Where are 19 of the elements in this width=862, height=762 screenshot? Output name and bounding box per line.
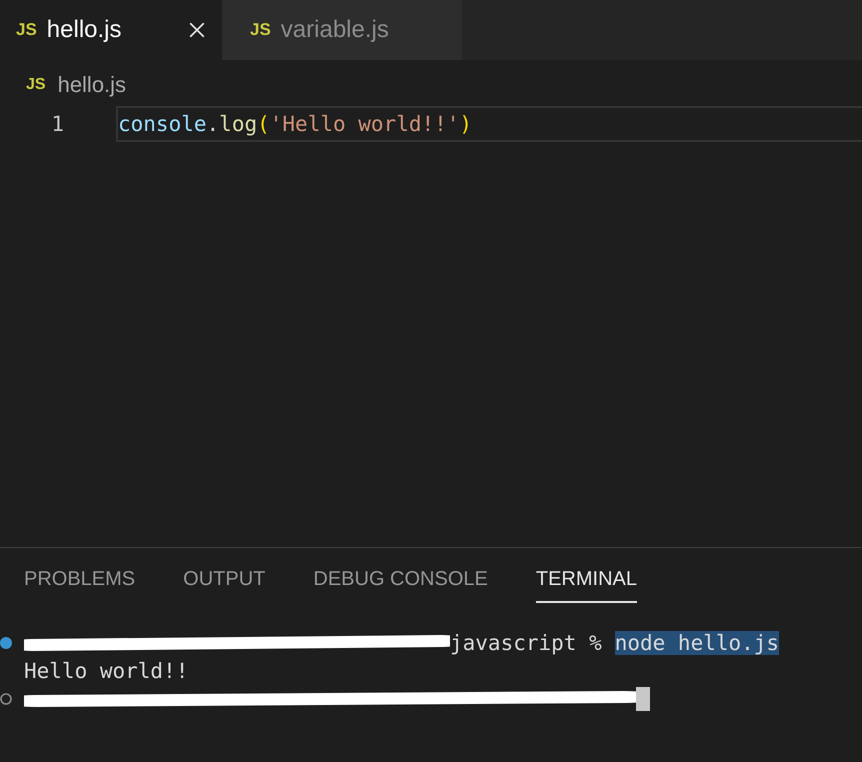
editor-tab[interactable]: JS variable.js	[222, 0, 462, 60]
command-idle-dot[interactable]	[0, 693, 12, 705]
selected-command: node hello.js	[614, 631, 780, 655]
close-icon[interactable]	[188, 21, 206, 39]
panel-tab[interactable]: PROBLEMS	[24, 568, 136, 603]
terminal-text: Hello world!!	[24, 659, 188, 683]
panel-tab[interactable]: DEBUG CONSOLE	[313, 568, 488, 603]
breadcrumb-item[interactable]: hello.js	[58, 72, 126, 98]
js-file-icon: JS	[16, 20, 37, 40]
command-success-dot[interactable]	[0, 637, 12, 649]
js-file-icon: JS	[26, 76, 46, 94]
panel-tab[interactable]: TERMINAL	[536, 568, 637, 603]
editor-tab[interactable]: JS hello.js	[0, 0, 222, 60]
code-line: console.log('Hello world!!')	[116, 106, 862, 142]
terminal-cursor	[636, 687, 650, 711]
panel-tab[interactable]: OUTPUT	[183, 568, 266, 603]
terminal-text: javascript %	[450, 631, 602, 655]
line-number: 1	[50, 112, 65, 136]
js-file-icon: JS	[250, 20, 271, 40]
